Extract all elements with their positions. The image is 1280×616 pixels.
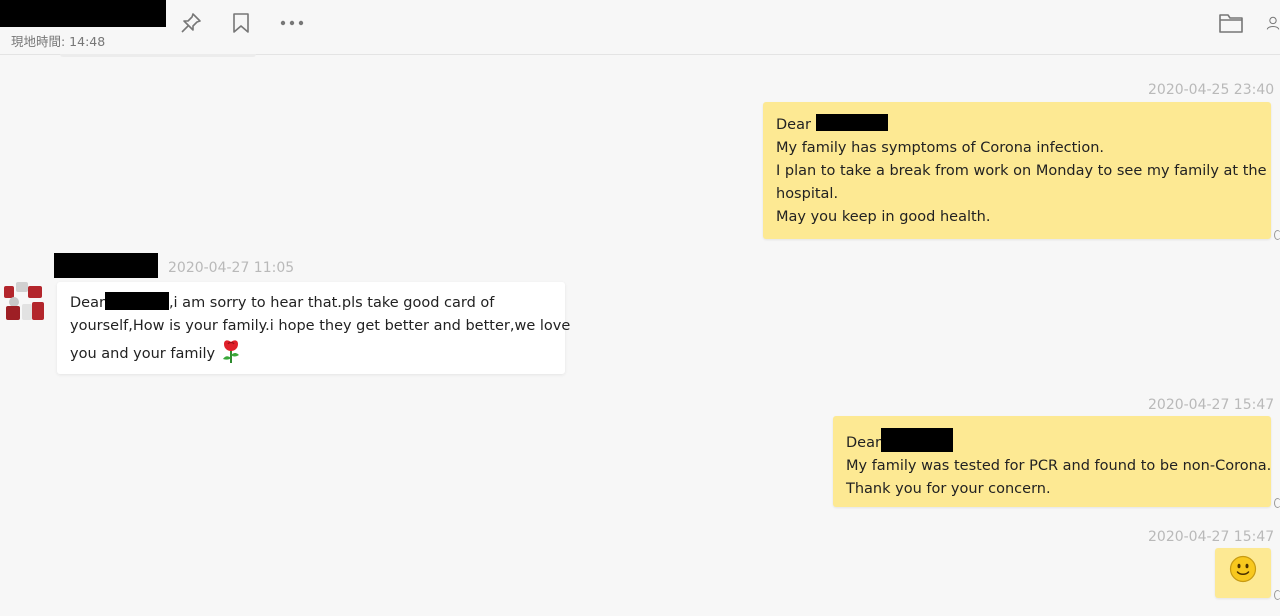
message-line: you and your family [70, 338, 552, 372]
rose-icon [220, 338, 242, 372]
message-timestamp: 2020-04-25 23:40 [1148, 82, 1275, 98]
greeting-text: Dear [776, 117, 811, 133]
message-timestamp: 2020-04-27 15:47 [1148, 397, 1275, 413]
message-timestamp: 2020-04-27 15:47 [1148, 529, 1275, 545]
message-line: Dear [846, 428, 1258, 455]
greeting-text: Dear [846, 435, 881, 451]
message-bubble-incoming[interactable]: Dear ,i am sorry to hear that.pls take go… [57, 282, 571, 374]
chat-header: 現地時間: 14:48 [0, 0, 1280, 55]
recipient-name-redacted [815, 114, 888, 131]
message-line: Dear ,i am sorry to hear that.pls take go… [70, 292, 552, 315]
local-time: 現地時間: 14:48 [11, 34, 106, 49]
message-line: Thank you for your concern. [846, 481, 1051, 497]
user-icon[interactable] [1266, 9, 1280, 37]
message-line: I plan to take a break from work on Mond… [776, 163, 1267, 179]
smiley-icon [1229, 555, 1257, 591]
sender-avatar[interactable] [2, 280, 48, 326]
menu-edge [60, 54, 256, 57]
recipient-name-redacted [104, 292, 169, 310]
message-line: My family was tested for PCR and found t… [846, 458, 1272, 474]
message-line: Dear [776, 114, 1258, 137]
pin-icon[interactable] [178, 9, 204, 37]
edge-marker [1274, 230, 1280, 240]
message-text: you and your family [70, 346, 216, 362]
message-line: May you keep in good health. [776, 209, 991, 225]
message-bubble-outgoing[interactable]: Dear My family has symptoms of Corona in… [763, 102, 1271, 239]
edge-marker [1274, 590, 1280, 600]
more-icon[interactable] [279, 9, 305, 37]
contact-name-redacted [0, 0, 166, 27]
greeting-text: Dear [70, 295, 105, 311]
message-text: ,i am sorry to hear that.pls take good c… [168, 295, 495, 311]
edge-marker [1274, 498, 1280, 508]
folder-icon[interactable] [1218, 9, 1244, 37]
sender-name-redacted [54, 253, 158, 278]
message-line: yourself,How is your family.i hope they … [70, 318, 571, 334]
message-line: hospital. [776, 186, 839, 202]
bookmark-icon[interactable] [228, 9, 254, 37]
message-bubble-outgoing[interactable] [1215, 548, 1271, 598]
message-bubble-outgoing[interactable]: Dear My family was tested for PCR and fo… [833, 416, 1271, 507]
message-line: My family has symptoms of Corona infecti… [776, 140, 1104, 156]
recipient-name-redacted [880, 428, 953, 452]
message-timestamp: 2020-04-27 11:05 [168, 260, 295, 276]
